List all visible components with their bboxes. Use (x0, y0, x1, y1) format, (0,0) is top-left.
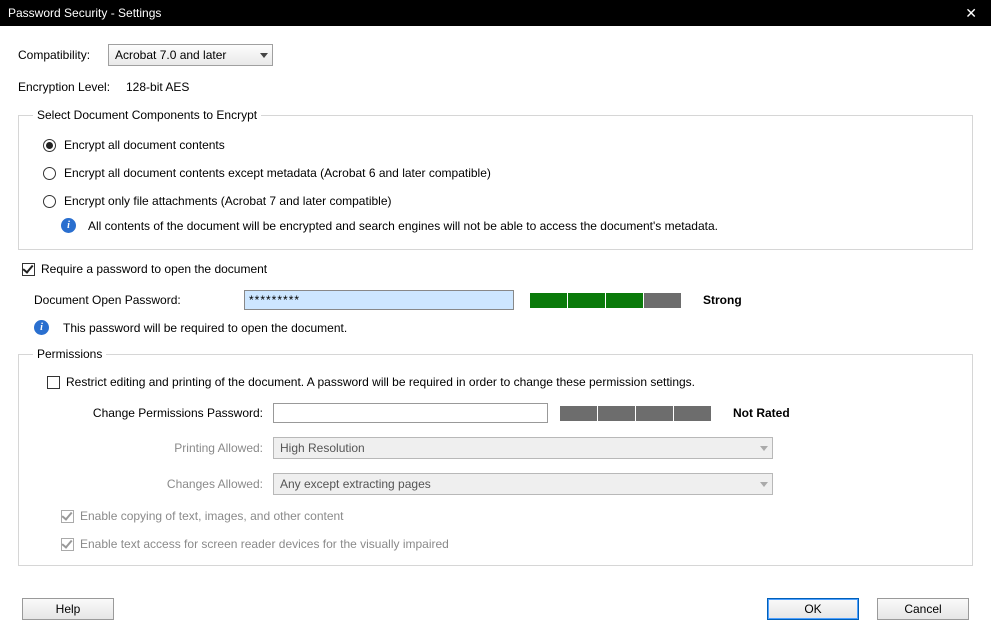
access-label: Enable text access for screen reader dev… (80, 537, 449, 551)
encrypt-opt1-label: Encrypt all document contents (64, 138, 225, 152)
change-pw-meter (560, 406, 711, 421)
permissions-group: Permissions Restrict editing and printin… (18, 347, 973, 566)
restrict-checkbox[interactable] (47, 376, 60, 389)
change-pw-label: Change Permissions Password: (73, 406, 273, 420)
compatibility-label: Compatibility: (18, 48, 108, 62)
copy-checkbox (61, 510, 74, 523)
encrypt-info-text: All contents of the document will be enc… (88, 219, 718, 233)
encrypt-opt2-label: Encrypt all document contents except met… (64, 166, 491, 180)
encrypt-opt3-label: Encrypt only file attachments (Acrobat 7… (64, 194, 392, 208)
chevron-down-icon (760, 446, 768, 451)
change-pw-row: Change Permissions Password: Not Rated (73, 403, 958, 423)
close-icon[interactable]: ✕ (959, 5, 983, 22)
require-open-checkbox[interactable] (22, 263, 35, 276)
ok-button[interactable]: OK (767, 598, 859, 620)
encryption-row: Encryption Level: 128-bit AES (18, 80, 973, 94)
require-open-label: Require a password to open the document (41, 262, 267, 276)
open-password-section: Require a password to open the document … (22, 262, 973, 335)
titlebar: Password Security - Settings ✕ (0, 0, 991, 26)
change-pw-strength: Not Rated (733, 406, 790, 420)
printing-value: High Resolution (280, 441, 365, 455)
encrypt-opt3-row: Encrypt only file attachments (Acrobat 7… (43, 194, 958, 208)
meter-seg (674, 406, 711, 421)
open-password-info-text: This password will be required to open t… (63, 321, 347, 335)
open-password-strength: Strong (703, 293, 742, 307)
open-password-meter (530, 293, 681, 308)
compatibility-row: Compatibility: Acrobat 7.0 and later (18, 44, 973, 66)
meter-seg (560, 406, 597, 421)
encryption-value: 128-bit AES (126, 80, 189, 94)
info-icon: i (61, 218, 76, 233)
changes-value: Any except extracting pages (280, 477, 431, 491)
compatibility-select[interactable]: Acrobat 7.0 and later (108, 44, 273, 66)
encrypt-opt3-radio[interactable] (43, 195, 56, 208)
footer-right: OK Cancel (767, 598, 969, 620)
open-password-info-row: i This password will be required to open… (34, 320, 973, 335)
printing-row: Printing Allowed: High Resolution (73, 437, 958, 459)
copy-row: Enable copying of text, images, and othe… (61, 509, 958, 523)
info-icon: i (34, 320, 49, 335)
copy-label: Enable copying of text, images, and othe… (80, 509, 344, 523)
cancel-button[interactable]: Cancel (877, 598, 969, 620)
printing-select: High Resolution (273, 437, 773, 459)
meter-seg (644, 293, 681, 308)
encrypt-legend: Select Document Components to Encrypt (33, 108, 261, 122)
meter-seg (606, 293, 643, 308)
permissions-legend: Permissions (33, 347, 106, 361)
footer: Help OK Cancel (0, 598, 991, 620)
encrypt-opt2-row: Encrypt all document contents except met… (43, 166, 958, 180)
meter-seg (530, 293, 567, 308)
open-password-row: Document Open Password: Strong (34, 290, 973, 310)
chevron-down-icon (760, 482, 768, 487)
encrypt-opt1-radio[interactable] (43, 139, 56, 152)
meter-seg (598, 406, 635, 421)
restrict-row: Restrict editing and printing of the doc… (47, 375, 958, 389)
window-title: Password Security - Settings (8, 6, 161, 20)
changes-select: Any except extracting pages (273, 473, 773, 495)
change-pw-input[interactable] (273, 403, 548, 423)
chevron-down-icon (260, 53, 268, 58)
compatibility-value: Acrobat 7.0 and later (115, 48, 226, 62)
help-button[interactable]: Help (22, 598, 114, 620)
access-checkbox (61, 538, 74, 551)
encrypt-opt1-row: Encrypt all document contents (43, 138, 958, 152)
open-password-label: Document Open Password: (34, 293, 244, 307)
access-row: Enable text access for screen reader dev… (61, 537, 958, 551)
restrict-label: Restrict editing and printing of the doc… (66, 375, 695, 389)
meter-seg (636, 406, 673, 421)
changes-row: Changes Allowed: Any except extracting p… (73, 473, 958, 495)
encryption-label: Encryption Level: (18, 80, 126, 94)
open-password-input[interactable] (244, 290, 514, 310)
encrypt-info-row: i All contents of the document will be e… (61, 218, 958, 233)
dialog-body: Compatibility: Acrobat 7.0 and later Enc… (0, 26, 991, 632)
require-open-row: Require a password to open the document (22, 262, 973, 276)
encrypt-group: Select Document Components to Encrypt En… (18, 108, 973, 250)
encrypt-opt2-radio[interactable] (43, 167, 56, 180)
printing-label: Printing Allowed: (73, 441, 273, 455)
changes-label: Changes Allowed: (73, 477, 273, 491)
meter-seg (568, 293, 605, 308)
